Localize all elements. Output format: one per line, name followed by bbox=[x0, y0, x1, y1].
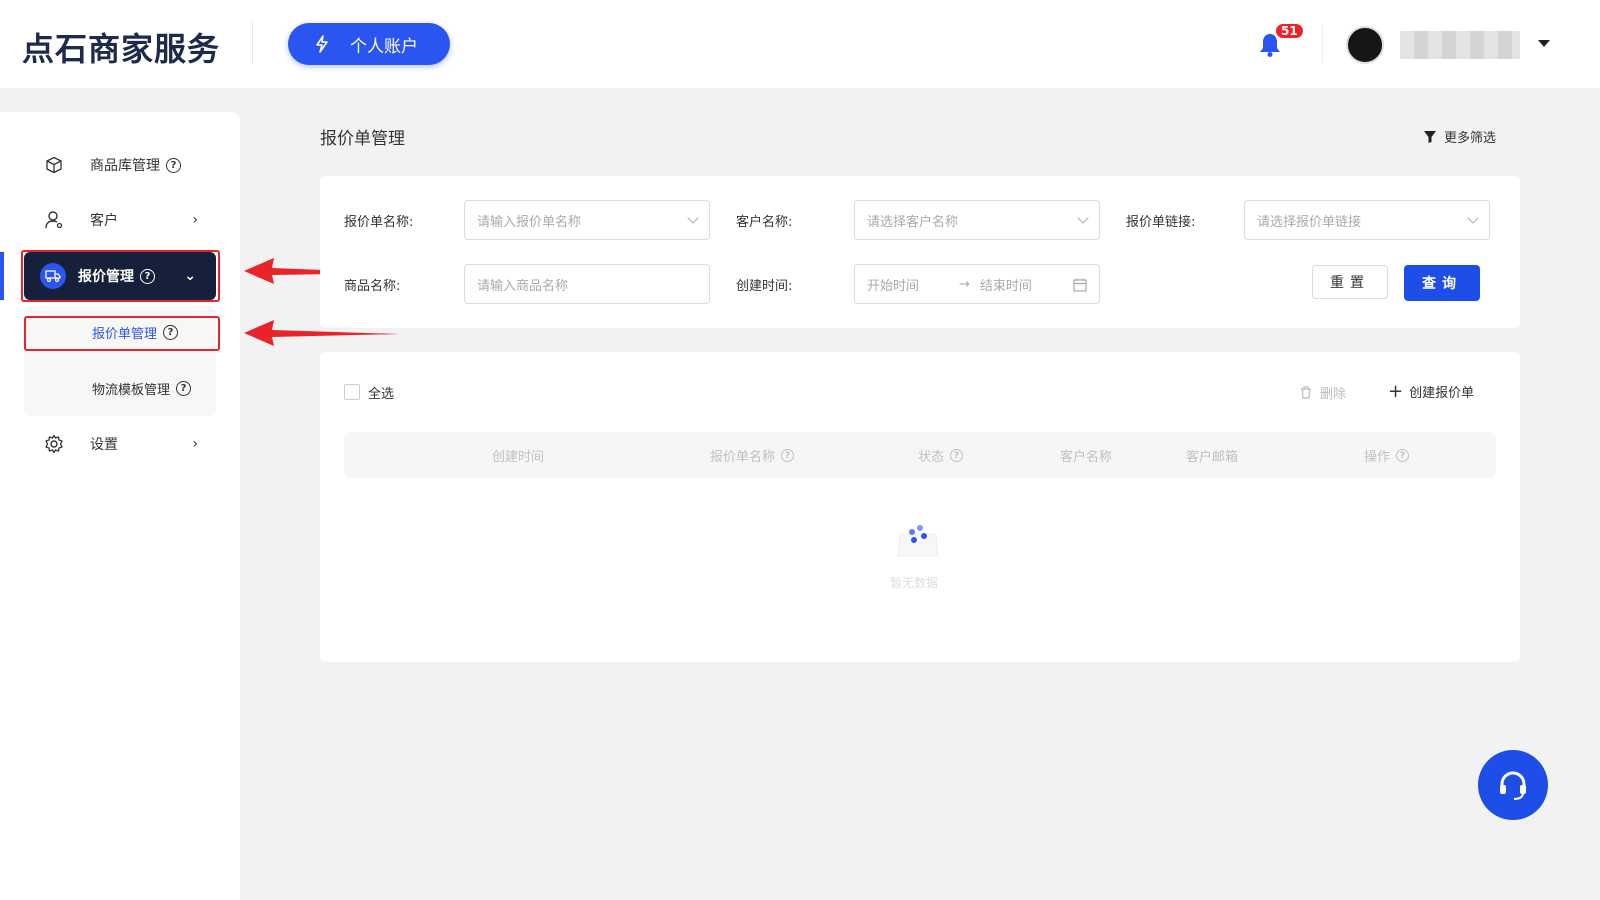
submenu-item-logistics-template[interactable]: 物流模板管理 ? bbox=[24, 369, 216, 407]
created-time-label: 创建时间: bbox=[736, 279, 793, 294]
start-time-placeholder[interactable]: 开始时间 bbox=[867, 275, 919, 294]
end-time-placeholder[interactable]: 结束时间 bbox=[980, 275, 1032, 294]
column-header-customer-email: 客户邮箱 bbox=[1186, 446, 1238, 465]
select-all-checkbox[interactable] bbox=[344, 384, 360, 400]
quote-link-select[interactable]: 请选择报价单链接 bbox=[1244, 200, 1490, 240]
help-icon[interactable]: ? bbox=[950, 449, 964, 462]
column-header-created-time: 创建时间 bbox=[492, 446, 544, 465]
plus-icon: + bbox=[1388, 380, 1404, 402]
product-name-placeholder: 请输入商品名称 bbox=[477, 278, 569, 294]
gear-icon bbox=[44, 434, 64, 454]
app-logo[interactable]: 点石商家服务 bbox=[22, 24, 220, 70]
header-divider-right bbox=[1322, 26, 1323, 62]
sidebar-item-label: 商品库管理 bbox=[90, 158, 160, 174]
column-label: 客户名称 bbox=[1060, 450, 1113, 465]
customer-support-button[interactable] bbox=[1478, 750, 1548, 820]
more-filter-label: 更多筛选 bbox=[1444, 131, 1497, 146]
chevron-right-icon: › bbox=[192, 212, 198, 228]
annotation-box-submenu bbox=[24, 316, 220, 351]
lightning-icon bbox=[316, 35, 328, 53]
empty-data-icon bbox=[897, 525, 939, 557]
column-label: 操作 bbox=[1364, 450, 1391, 465]
chevron-right-icon: › bbox=[192, 436, 198, 452]
quote-name-placeholder: 请输入报价单名称 bbox=[477, 214, 582, 230]
product-name-label: 商品名称: bbox=[344, 279, 401, 294]
column-header-status: 状态 ? bbox=[918, 446, 964, 465]
calendar-icon bbox=[1073, 278, 1087, 292]
create-quote-label: 创建报价单 bbox=[1409, 386, 1475, 401]
filter-panel bbox=[320, 176, 1520, 328]
column-label: 状态 bbox=[918, 450, 945, 465]
delete-label: 删除 bbox=[1320, 387, 1347, 402]
customer-name-placeholder: 请选择客户名称 bbox=[867, 214, 959, 230]
help-icon[interactable]: ? bbox=[1396, 449, 1410, 462]
page-title: 报价单管理 bbox=[320, 129, 405, 149]
help-icon[interactable]: ? bbox=[781, 449, 795, 462]
sidebar-item-customer[interactable]: 客户 › bbox=[24, 196, 220, 244]
quote-link-placeholder: 请选择报价单链接 bbox=[1257, 214, 1362, 230]
quote-name-label: 报价单名称: bbox=[344, 215, 414, 230]
trash-icon bbox=[1301, 386, 1311, 399]
query-button[interactable]: 查询 bbox=[1404, 265, 1480, 301]
user-icon bbox=[44, 210, 64, 230]
help-icon[interactable]: ? bbox=[176, 380, 192, 396]
sidebar-item-product-library[interactable]: 商品库管理 ? bbox=[24, 141, 220, 189]
created-time-range-picker[interactable]: 开始时间 → 结束时间 bbox=[854, 264, 1100, 304]
sidebar-item-label: 客户 bbox=[90, 213, 118, 229]
column-label: 创建时间 bbox=[492, 450, 545, 465]
customer-name-label: 客户名称: bbox=[736, 215, 793, 230]
select-all-label[interactable]: 全选 bbox=[368, 383, 394, 402]
chevron-down-icon bbox=[1077, 212, 1089, 224]
more-filter-button[interactable]: 更多筛选 bbox=[1424, 127, 1496, 146]
empty-data-text: 暂无数据 bbox=[890, 576, 939, 590]
submenu-item-label: 物流模板管理 bbox=[92, 382, 171, 398]
create-quote-button[interactable]: + 创建报价单 bbox=[1388, 382, 1474, 401]
headset-icon bbox=[1500, 771, 1526, 800]
column-header-actions: 操作 ? bbox=[1364, 446, 1410, 465]
range-arrow-icon: → bbox=[959, 276, 970, 292]
username-blurred[interactable] bbox=[1400, 31, 1520, 59]
box-icon bbox=[44, 155, 64, 175]
active-indicator bbox=[0, 252, 4, 300]
header-divider bbox=[252, 22, 253, 64]
product-name-input[interactable]: 请输入商品名称 bbox=[464, 264, 710, 304]
chevron-down-icon bbox=[687, 212, 699, 224]
user-avatar[interactable] bbox=[1346, 26, 1384, 64]
personal-account-button[interactable]: 个人账户 bbox=[288, 23, 450, 65]
column-label: 报价单名称 bbox=[710, 450, 776, 465]
column-header-quote-name: 报价单名称 ? bbox=[710, 446, 795, 465]
column-header-customer-name: 客户名称 bbox=[1060, 446, 1112, 465]
personal-account-label: 个人账户 bbox=[350, 36, 418, 57]
sidebar-item-label: 设置 bbox=[90, 437, 118, 453]
customer-name-select[interactable]: 请选择客户名称 bbox=[854, 200, 1100, 240]
quote-name-input[interactable]: 请输入报价单名称 bbox=[464, 200, 710, 240]
help-icon[interactable]: ? bbox=[166, 157, 181, 173]
caret-down-icon[interactable] bbox=[1538, 40, 1550, 47]
reset-button[interactable]: 重置 bbox=[1312, 265, 1388, 299]
column-label: 客户邮箱 bbox=[1186, 450, 1239, 465]
top-header: 点石商家服务 个人账户 51 bbox=[0, 0, 1600, 88]
sidebar-item-settings[interactable]: 设置 › bbox=[24, 420, 220, 468]
filter-icon bbox=[1424, 130, 1436, 143]
quote-link-label: 报价单链接: bbox=[1126, 215, 1196, 230]
delete-button[interactable]: 删除 bbox=[1300, 383, 1346, 402]
notification-badge: 51 bbox=[1274, 22, 1305, 40]
annotation-box-menu bbox=[21, 250, 220, 302]
chevron-down-icon bbox=[1467, 212, 1479, 224]
